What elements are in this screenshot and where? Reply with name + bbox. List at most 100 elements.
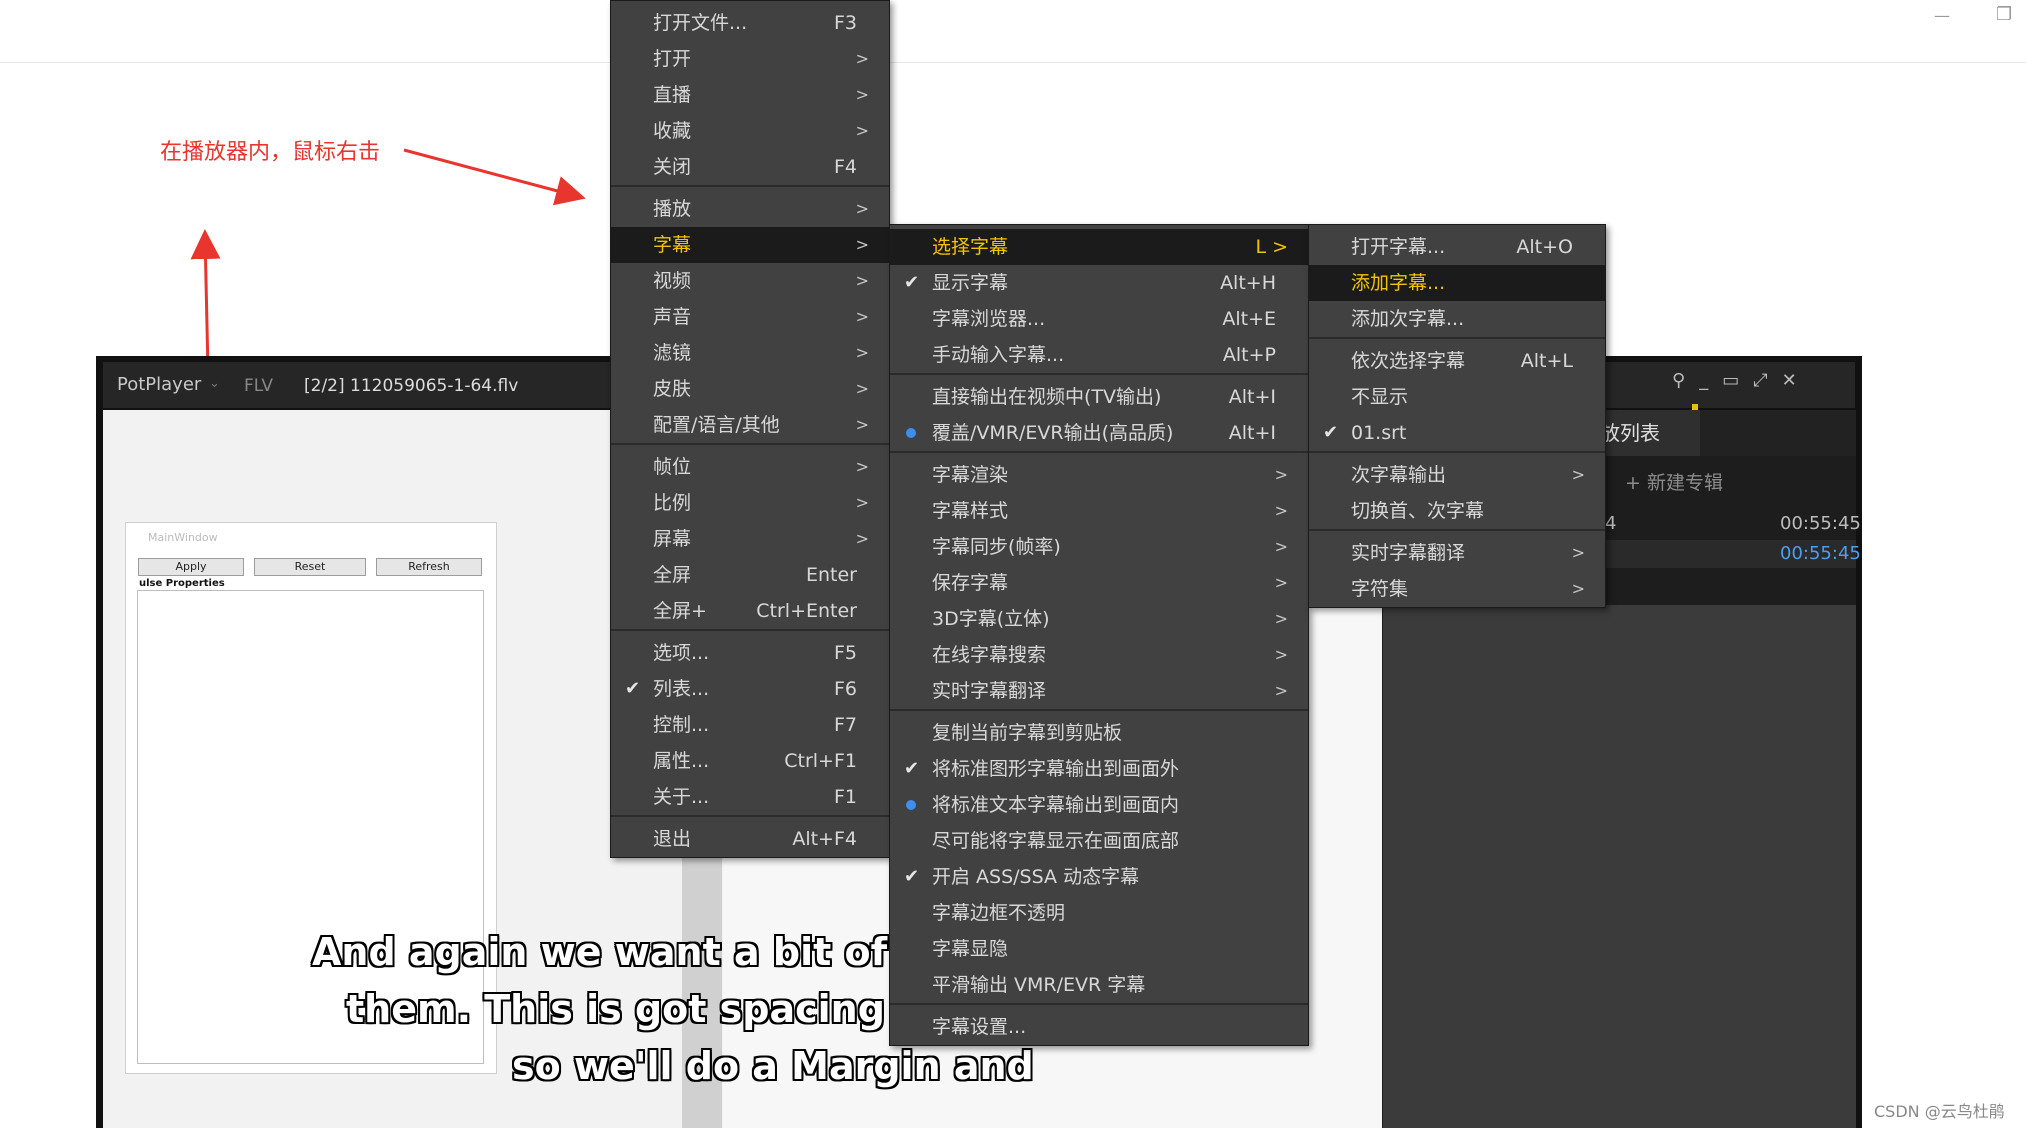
menu-item[interactable]: 覆盖/VMR/EVR输出(高品质) Alt+I (890, 415, 1308, 451)
menu-item[interactable]: 字幕设置... (890, 1009, 1308, 1045)
fullscreen-icon: ⤢ (1753, 370, 1782, 391)
menu-item[interactable]: 切换首、次字幕 (1309, 493, 1605, 529)
menu-item-shortcut: Alt+E (1222, 308, 1276, 330)
menu-item-shortcut: L > (1255, 236, 1288, 258)
menu-item-label: 全屏 (653, 564, 692, 586)
menu-item[interactable]: 添加字幕... (1309, 265, 1605, 301)
playlist-row-time-active[interactable]: 00:55:45 (1780, 543, 1861, 564)
menu-item[interactable]: 复制当前字幕到剪贴板 (890, 715, 1308, 751)
menu-item[interactable]: 字符集 > (1309, 571, 1605, 607)
menu-item[interactable]: 在线字幕搜索 > (890, 637, 1308, 673)
submenu-arrow-icon: > (855, 235, 869, 254)
chevron-down-icon[interactable]: ⌄ (209, 376, 220, 391)
menu-item-shortcut: Alt+P (1222, 344, 1276, 366)
menu-item[interactable]: 直播 > (611, 77, 889, 113)
submenu-arrow-icon: > (855, 49, 869, 68)
menu-item[interactable]: 字幕同步(帧率) > (890, 529, 1308, 565)
menu-item[interactable]: ✔ 显示字幕 Alt+H (890, 265, 1308, 301)
menu-item[interactable]: 皮肤 > (611, 371, 889, 407)
submenu-arrow-icon: > (1274, 681, 1288, 700)
menu-item[interactable]: 实时字幕翻译 > (1309, 535, 1605, 571)
menu-item-label: 比例 (653, 492, 692, 514)
check-icon: ✔ (625, 678, 641, 699)
menu-item[interactable]: ✔ 01.srt (1309, 415, 1605, 451)
menu-item-label: 覆盖/VMR/EVR输出(高品质) (932, 422, 1174, 444)
menu-item[interactable]: 实时字幕翻译 > (890, 673, 1308, 709)
menu-item-label: 配置/语言/其他 (653, 414, 780, 436)
menu-item-label: 全屏+ (653, 600, 707, 622)
menu-item[interactable]: 打开字幕... Alt+O (1309, 229, 1605, 265)
menu-item-shortcut: Alt+I (1228, 386, 1276, 408)
menu-item[interactable]: 添加次字幕... (1309, 301, 1605, 337)
menu-item[interactable]: 不显示 (1309, 379, 1605, 415)
menu-item-label: 复制当前字幕到剪贴板 (932, 722, 1123, 744)
menu-item[interactable]: 打开文件... F3 (611, 5, 889, 41)
playlist-window-icons[interactable]: ⚲_▭⤢✕ (1672, 370, 1811, 391)
submenu-arrow-icon: > (1274, 501, 1288, 520)
menu-item[interactable]: 保存字幕 > (890, 565, 1308, 601)
new-album-button[interactable]: + 新建专辑 (1625, 468, 1723, 495)
menu-item[interactable]: ✔ 将标准图形字幕输出到画面外 (890, 751, 1308, 787)
submenu-arrow-icon: > (855, 379, 869, 398)
tab-marker (1692, 404, 1698, 410)
playlist-row-time[interactable]: 00:55:45 (1780, 513, 1861, 534)
menu-separator (1309, 529, 1605, 531)
menu-item[interactable]: 选项... F5 (611, 635, 889, 671)
file-title: [2/2] 112059065-1-64.flv (304, 376, 519, 396)
menu-item-label: 视频 (653, 270, 692, 292)
menu-item[interactable]: 将标准文本字幕输出到画面内 (890, 787, 1308, 823)
menu-item[interactable]: 平滑输出 VMR/EVR 字幕 (890, 967, 1308, 1003)
menu-item[interactable]: 字幕渲染 > (890, 457, 1308, 493)
menu-item[interactable]: 次字幕输出 > (1309, 457, 1605, 493)
menu-item[interactable]: 打开 > (611, 41, 889, 77)
menu-item[interactable]: 选择字幕 L > (890, 229, 1308, 265)
menu-item[interactable]: 控制... F7 (611, 707, 889, 743)
menu-item[interactable]: 3D字幕(立体) > (890, 601, 1308, 637)
playlist-row-name[interactable]: 4 (1605, 513, 1616, 534)
submenu-arrow-icon: > (855, 529, 869, 548)
menu-item[interactable]: 配置/语言/其他 > (611, 407, 889, 443)
menu-item[interactable]: 字幕样式 > (890, 493, 1308, 529)
radio-dot-icon (906, 800, 916, 810)
menu-item[interactable]: ✔ 列表... F6 (611, 671, 889, 707)
menu-item-label: 添加字幕... (1351, 272, 1446, 294)
menu-item[interactable]: 手动输入字幕... Alt+P (890, 337, 1308, 373)
menu-item[interactable]: 全屏 Enter (611, 557, 889, 593)
menu-item[interactable]: 收藏 > (611, 113, 889, 149)
menu-item[interactable]: 字幕边框不透明 (890, 895, 1308, 931)
menu-item-label: 显示字幕 (932, 272, 1009, 294)
menu-item[interactable]: 直接输出在视频中(TV输出) Alt+I (890, 379, 1308, 415)
menu-item[interactable]: 关闭 F4 (611, 149, 889, 185)
menu-item[interactable]: 依次选择字幕 Alt+L (1309, 343, 1605, 379)
menu-item[interactable]: 帧位 > (611, 449, 889, 485)
minimize-icon: _ (1699, 370, 1723, 391)
menu-separator (611, 629, 889, 631)
menu-item-label: 平滑输出 VMR/EVR 字幕 (932, 974, 1146, 996)
menu-item-label: 直接输出在视频中(TV输出) (932, 386, 1162, 408)
tab-playlist[interactable]: 放列表 (1600, 410, 1700, 456)
submenu-arrow-icon: > (1571, 543, 1585, 562)
menu-item[interactable]: 字幕显隐 (890, 931, 1308, 967)
menu-item[interactable]: 尽可能将字幕显示在画面底部 (890, 823, 1308, 859)
subtitle-line: so we'll do a Margin and (512, 1044, 1034, 1088)
menu-item[interactable]: 播放 > (611, 191, 889, 227)
check-icon: ✔ (904, 866, 920, 887)
menu-item[interactable]: 声音 > (611, 299, 889, 335)
menu-item[interactable]: 退出 Alt+F4 (611, 821, 889, 857)
menu-item[interactable]: 屏幕 > (611, 521, 889, 557)
menu-item[interactable]: 字幕浏览器... Alt+E (890, 301, 1308, 337)
menu-item[interactable]: 滤镜 > (611, 335, 889, 371)
menu-item[interactable]: 全屏+ Ctrl+Enter (611, 593, 889, 629)
menu-item[interactable]: 视频 > (611, 263, 889, 299)
menu-item[interactable]: 字幕 > (611, 227, 889, 263)
menu-item[interactable]: 属性... Ctrl+F1 (611, 743, 889, 779)
menu-item[interactable]: 关于... F1 (611, 779, 889, 815)
menu-item-label: 皮肤 (653, 378, 692, 400)
player-logo[interactable]: PotPlayer (117, 374, 201, 395)
menu-separator (890, 709, 1308, 711)
menu-item-shortcut: Ctrl+F1 (784, 750, 857, 772)
submenu-arrow-icon: > (1274, 645, 1288, 664)
menu-item[interactable]: ✔ 开启 ASS/SSA 动态字幕 (890, 859, 1308, 895)
menu-item[interactable]: 比例 > (611, 485, 889, 521)
menu-item-label: 关闭 (653, 156, 692, 178)
